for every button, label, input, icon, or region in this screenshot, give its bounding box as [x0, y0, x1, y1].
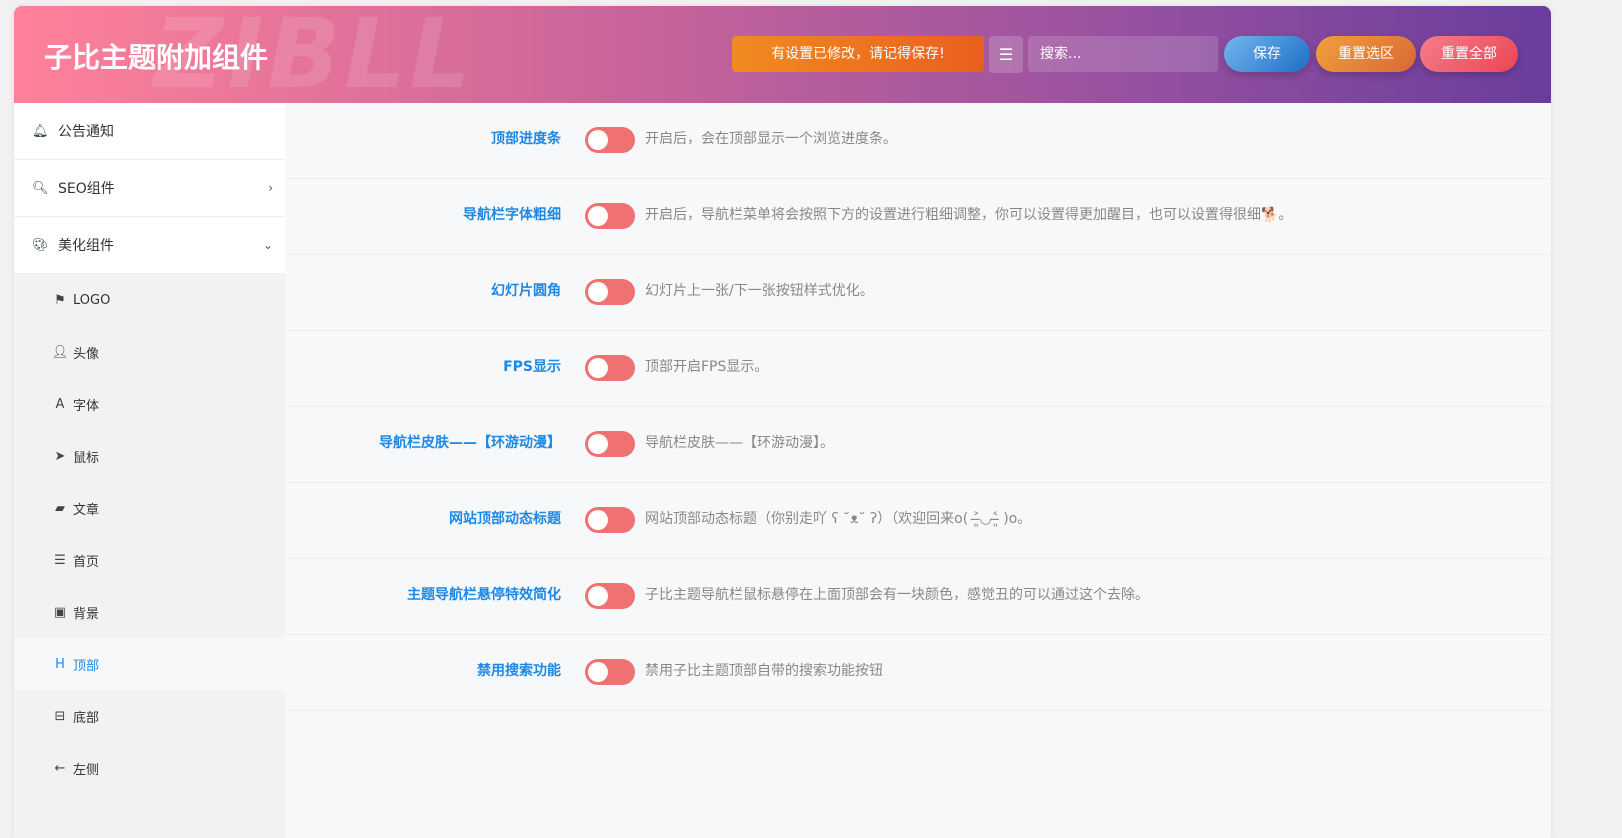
settings-panel: 顶部进度条 开启后，会在顶部显示一个浏览进度条。导航栏字体粗细 开启后，导航栏菜单将…: [287, 103, 1551, 838]
toggle-switch[interactable]: [585, 507, 635, 533]
footer-icon: ⊟: [54, 708, 66, 724]
save-button[interactable]: 保存: [1224, 36, 1310, 72]
setting-label: 导航栏皮肤——【环游动漫】: [379, 435, 561, 451]
setting-description: 开启后，会在顶部显示一个浏览进度条。: [645, 131, 897, 147]
sidebar-item-footer[interactable]: ⊟ 底部: [14, 690, 285, 742]
setting-description: 幻灯片上一张/下一张按钮样式优化。: [645, 283, 874, 299]
sidebar-item-label: 头像: [73, 346, 100, 362]
setting-description: 开启后，导航栏菜单将会按照下方的设置进行粗细调整，你可以设置得更加醒目，也可以设…: [645, 207, 1293, 223]
chevron-down-icon: ⌄: [262, 238, 273, 252]
setting-description: 顶部开启FPS显示。: [645, 359, 769, 375]
palette-icon: 🎨︎: [32, 237, 49, 253]
indent-icon: ☰: [998, 45, 1014, 64]
sidebar-item-user[interactable]: 👤︎ 头像: [14, 326, 285, 378]
toggle-switch[interactable]: [585, 659, 635, 685]
setting-row: 顶部进度条 开启后，会在顶部显示一个浏览进度条。: [287, 103, 1551, 179]
sidebar-item-label: 文章: [73, 502, 100, 518]
options-window: ZIBLL 子比主题附加组件 有设置已修改，请记得保存! ☰ 保存 重置选区 重…: [14, 6, 1551, 838]
unsaved-notice: 有设置已修改，请记得保存!: [732, 36, 984, 72]
indent-icon: ☰: [54, 552, 66, 568]
sidebar-item-image[interactable]: ▣ 背景: [14, 586, 285, 638]
search-icon: 🔍︎: [32, 180, 49, 196]
setting-description: 子比主题导航栏鼠标悬停在上面顶部会有一块颜色，感觉丑的可以通过这个去除。: [645, 587, 1149, 603]
toggle-switch[interactable]: [585, 203, 635, 229]
sidebar-item-label: 底部: [73, 710, 100, 726]
header-icon: H: [55, 656, 65, 672]
user-icon: 👤︎: [51, 344, 69, 360]
sidebar-item-label: 首页: [73, 554, 100, 570]
setting-row: 导航栏皮肤——【环游动漫】 导航栏皮肤——【环游动漫】。: [287, 407, 1551, 483]
setting-label: FPS显示: [503, 359, 561, 375]
toggle-switch[interactable]: [585, 279, 635, 305]
sidebar-item-indent[interactable]: ☰ 首页: [14, 534, 285, 586]
page-title: 子比主题附加组件: [44, 41, 269, 74]
setting-label: 顶部进度条: [491, 131, 561, 147]
sidebar-item-arrow-left[interactable]: ← 左侧: [14, 742, 285, 794]
flag-icon: ⚑: [54, 292, 66, 308]
setting-description: 网站顶部动态标题（你别走吖 ʕ ˘ᴥ˘ ʔ）（欢迎回来o( ˃̶͈◡˂̶͈ )o…: [645, 511, 1032, 527]
toggle-switch[interactable]: [585, 583, 635, 609]
sidebar-item-label: 鼠标: [73, 450, 100, 466]
cursor-icon: ➤: [54, 448, 66, 464]
sidebar-item-label: 背景: [73, 606, 100, 622]
sidebar-item-notice[interactable]: 🔔︎ 公告通知: [14, 103, 285, 160]
setting-row: 主题导航栏悬停特效简化 子比主题导航栏鼠标悬停在上面顶部会有一块颜色，感觉丑的可以…: [287, 559, 1551, 635]
sidebar-item-seo[interactable]: 🔍︎ SEO组件 ›: [14, 160, 285, 217]
expand-all-button[interactable]: ☰: [989, 36, 1023, 73]
setting-row: 禁用搜索功能 禁用子比主题顶部自带的搜索功能按钮: [287, 635, 1551, 711]
toggle-switch[interactable]: [585, 127, 635, 153]
chevron-right-icon: ›: [268, 181, 273, 195]
toggle-switch[interactable]: [585, 431, 635, 457]
sidebar-item-font[interactable]: A 字体: [14, 378, 285, 430]
setting-description: 导航栏皮肤——【环游动漫】。: [645, 435, 834, 451]
sidebar-item-header[interactable]: H 顶部: [14, 638, 285, 690]
book-icon: ▰: [55, 500, 65, 516]
sidebar: 🔔︎ 公告通知 🔍︎ SEO组件 › 🎨︎ 美化组件 ⌄ ⚑ LOGO 👤︎ 头像 A 字体 ➤ 鼠标 ▰…: [14, 103, 285, 838]
setting-label: 幻灯片圆角: [491, 283, 561, 299]
setting-label: 主题导航栏悬停特效简化: [407, 587, 561, 603]
arrow-left-icon: ←: [54, 760, 66, 776]
font-icon: A: [55, 396, 65, 412]
sidebar-item-flag[interactable]: ⚑ LOGO: [14, 274, 285, 326]
setting-row: FPS显示 顶部开启FPS显示。: [287, 331, 1551, 407]
bell-icon: 🔔︎: [32, 123, 49, 139]
sidebar-item-label: 顶部: [73, 658, 100, 674]
sidebar-item-label: 字体: [73, 398, 100, 414]
setting-label: 网站顶部动态标题: [449, 511, 561, 527]
setting-row: 网站顶部动态标题 网站顶部动态标题（你别走吖 ʕ ˘ᴥ˘ ʔ）（欢迎回来o( ˃̶…: [287, 483, 1551, 559]
setting-label: 导航栏字体粗细: [463, 207, 561, 223]
image-icon: ▣: [53, 604, 67, 620]
setting-row: 导航栏字体粗细 开启后，导航栏菜单将会按照下方的设置进行粗细调整，你可以设置得更加…: [287, 179, 1551, 255]
setting-label: 禁用搜索功能: [477, 663, 561, 679]
sidebar-item-book[interactable]: ▰ 文章: [14, 482, 285, 534]
sidebar-item-cursor[interactable]: ➤ 鼠标: [14, 430, 285, 482]
reset-all-button[interactable]: 重置全部: [1420, 36, 1518, 72]
search-input[interactable]: [1028, 36, 1218, 72]
reset-section-button[interactable]: 重置选区: [1316, 36, 1416, 72]
sidebar-item-beautify[interactable]: 🎨︎ 美化组件 ⌄: [14, 217, 285, 274]
toggle-switch[interactable]: [585, 355, 635, 381]
sidebar-item-label: LOGO: [73, 292, 111, 308]
setting-row: 幻灯片圆角 幻灯片上一张/下一张按钮样式优化。: [287, 255, 1551, 331]
sidebar-item-label: 左侧: [73, 762, 100, 778]
header: ZIBLL 子比主题附加组件 有设置已修改，请记得保存! ☰ 保存 重置选区 重…: [14, 6, 1551, 110]
setting-description: 禁用子比主题顶部自带的搜索功能按钮: [645, 663, 883, 679]
